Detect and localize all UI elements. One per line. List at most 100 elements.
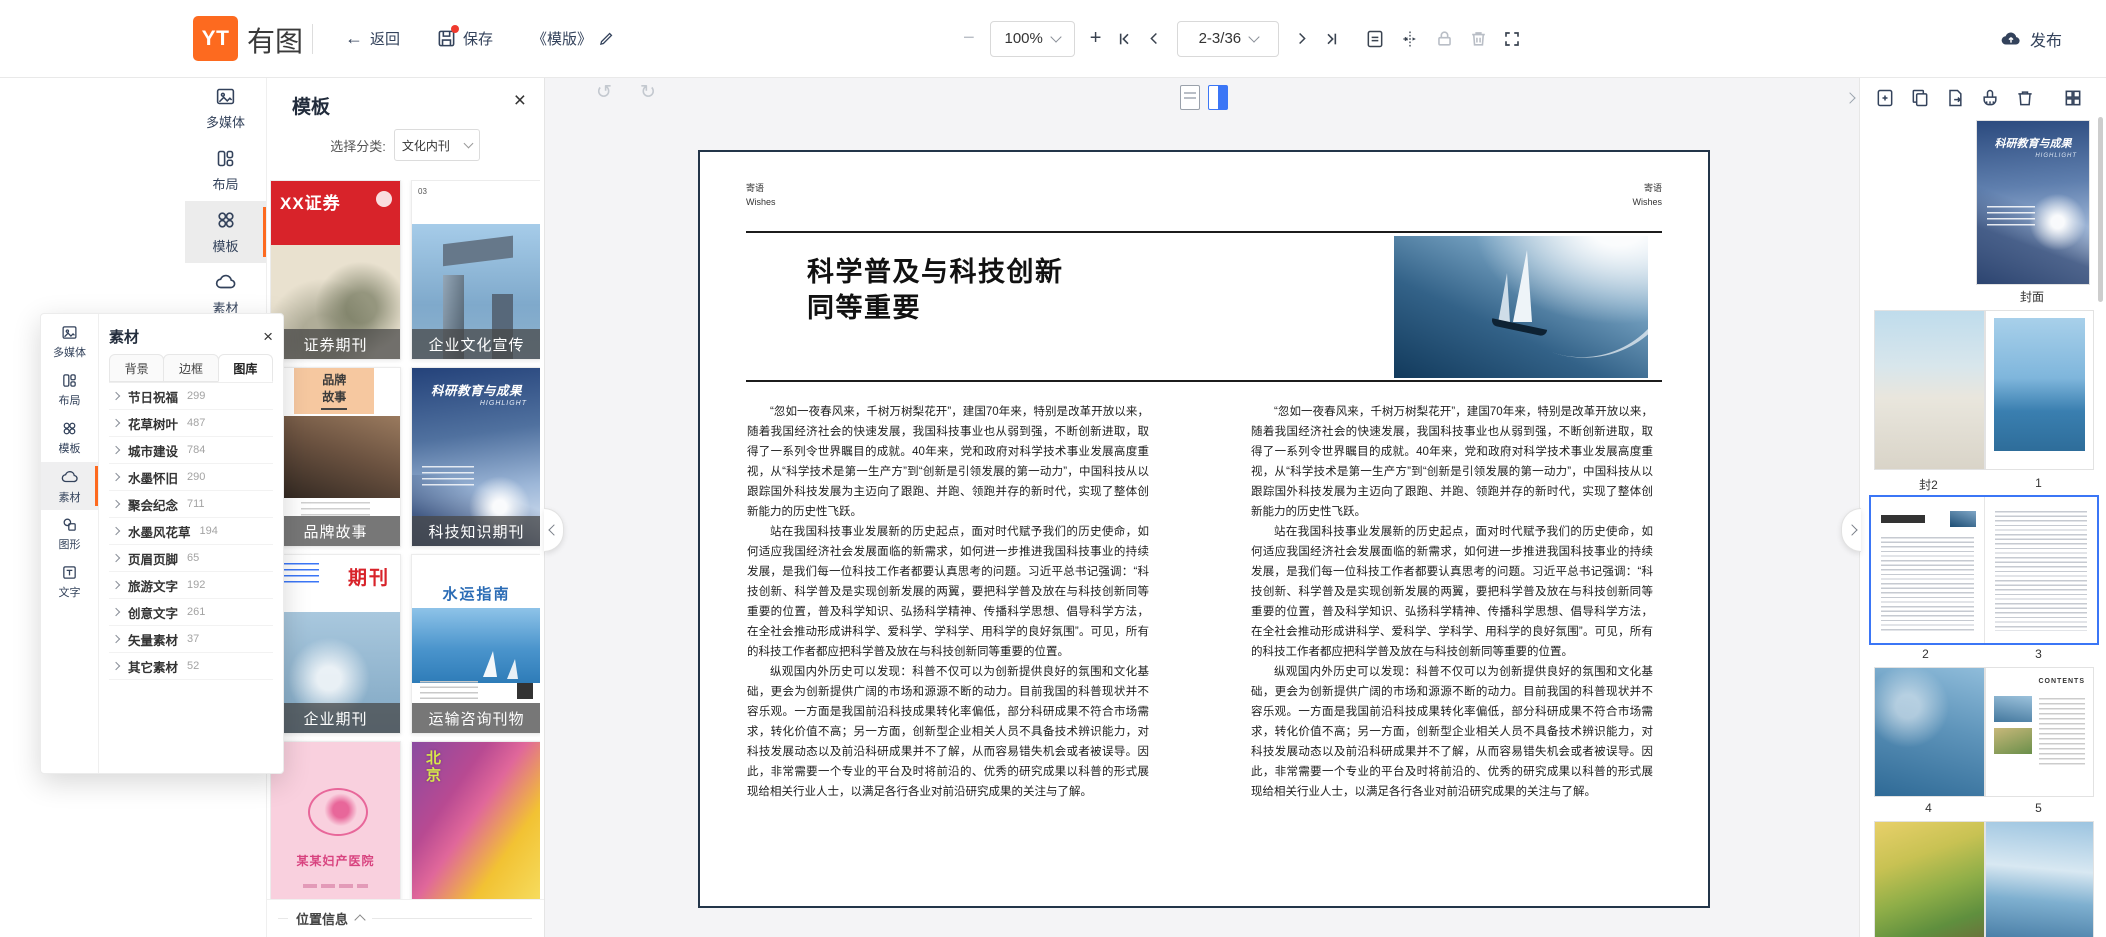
zoom-level-dropdown[interactable]: 100%	[990, 21, 1075, 57]
template-thumb-science-journal[interactable]: 科研教育与成果 HIGHLIGHT 科技知识期刊	[411, 367, 540, 547]
template-thumb-corporate-culture[interactable]: 03 企业文化宣传	[411, 180, 540, 360]
cover-title: XX证券	[280, 189, 341, 214]
divider-line	[278, 918, 288, 919]
sidebar-item-layout[interactable]: 布局	[185, 139, 266, 201]
media-icon	[215, 86, 236, 107]
asset-category-row[interactable]: 其它素材52	[109, 653, 273, 680]
page-thumb-spread-2-3-selected[interactable]	[1869, 495, 2099, 645]
first-page-button[interactable]	[1116, 31, 1132, 47]
page-thumb-1[interactable]	[1985, 310, 2094, 470]
last-page-button[interactable]	[1324, 31, 1340, 47]
template-thumb-shipping-guide[interactable]: 水运指南 运输咨询刊物	[411, 554, 540, 734]
prev-page-button[interactable]	[1147, 31, 1162, 46]
template-thumb-securities[interactable]: XX证券 证券期刊	[270, 180, 401, 360]
magazine-spread[interactable]: 寄语 Wishes 寄语 Wishes 科学普及与科技创新 同等重要 “忽如一夜…	[698, 150, 1710, 908]
mini-text-lines	[2039, 698, 2085, 768]
sidebar-item-media[interactable]: 多媒体	[185, 77, 266, 139]
rail-item-assets[interactable]: 素材	[41, 462, 98, 510]
tab-gallery[interactable]: 图库	[218, 354, 273, 382]
template-thumb-brand-story[interactable]: 品牌 故事 品牌故事	[270, 367, 401, 547]
asset-category-row[interactable]: 聚会纪念711	[109, 491, 273, 518]
redo-icon[interactable]: ↻	[640, 81, 656, 104]
delete-page-icon[interactable]	[1469, 29, 1488, 48]
rail-label: 文字	[59, 584, 81, 600]
page-thumb-6[interactable]	[1874, 821, 1985, 937]
page-thumb-4[interactable]	[1874, 667, 1985, 797]
asset-category-row[interactable]: 花草树叶487	[109, 410, 273, 437]
close-icon[interactable]: ×	[514, 90, 526, 111]
pages-scrollbar[interactable]	[2098, 117, 2103, 302]
asset-category-row[interactable]: 创意文字261	[109, 599, 273, 626]
next-page-button[interactable]	[1294, 31, 1309, 46]
page-indicator-dropdown[interactable]: 2-3/36	[1177, 21, 1279, 57]
chevron-right-icon	[112, 392, 120, 400]
page-thumb-7[interactable]	[1985, 821, 2094, 937]
asset-category-row[interactable]: 节日祝福299	[109, 383, 273, 410]
split-page-icon[interactable]	[1400, 29, 1420, 49]
article-title[interactable]: 科学普及与科技创新 同等重要	[807, 254, 1064, 327]
save-button[interactable]: 保存	[437, 0, 493, 77]
page-thumb-cover[interactable]: 科研教育与成果 HIGHLIGHT	[1976, 120, 2090, 285]
clear-page-icon[interactable]	[1979, 87, 2001, 109]
rail-item-template[interactable]: 模板	[41, 414, 98, 462]
right-page-text-column[interactable]: “忽如一夜春风来，千树万树梨花开”，建国70年来，特别是改革开放以来，随着我国经…	[1251, 402, 1653, 802]
rail-item-layout[interactable]: 布局	[41, 366, 98, 414]
template-thumb-beijing[interactable]: 北京	[411, 741, 540, 900]
asset-category-row[interactable]: 城市建设784	[109, 437, 273, 464]
grid-view-icon[interactable]	[2062, 87, 2084, 109]
chevron-right-icon	[112, 635, 120, 643]
template-label: 科技知识期刊	[412, 516, 540, 546]
page-setup-icon[interactable]	[1365, 29, 1385, 49]
rail-item-shapes[interactable]: 图形	[41, 510, 98, 558]
rail-item-text[interactable]: 文字	[41, 558, 98, 606]
close-icon[interactable]: ×	[263, 328, 273, 345]
document-title[interactable]: 《模版》	[532, 0, 614, 77]
sidebar-item-template[interactable]: 模板	[185, 201, 266, 263]
tab-background[interactable]: 背景	[109, 354, 164, 382]
asset-category-row[interactable]: 水墨怀旧290	[109, 464, 273, 491]
logo-icon[interactable]: YT	[193, 16, 238, 61]
single-page-view-toggle[interactable]	[1180, 85, 1200, 110]
copy-page-icon[interactable]	[1909, 87, 1931, 109]
back-button[interactable]: ← 返回	[345, 0, 400, 77]
canvas-controls: − 100% + 2-3/36	[963, 0, 1521, 77]
publish-button[interactable]: 发布	[2000, 0, 2062, 77]
spread-view-toggle[interactable]	[1208, 85, 1228, 110]
rail-item-media[interactable]: 多媒体	[41, 318, 98, 366]
contents-title: CONTENTS	[2039, 678, 2086, 685]
template-thumb-hospital[interactable]: 某某妇产医院	[270, 741, 401, 900]
insert-page-icon[interactable]	[1944, 87, 1966, 109]
delete-page-icon[interactable]	[2014, 87, 2036, 109]
position-info-bar[interactable]: 位置信息	[266, 899, 544, 937]
add-page-icon[interactable]	[1874, 87, 1896, 109]
page-thumb-cover2[interactable]	[1874, 310, 1985, 470]
page-thumb-2[interactable]	[1871, 497, 1984, 643]
footer-lines	[301, 502, 370, 516]
template-label: 运输咨询刊物	[412, 703, 540, 733]
zoom-out-button[interactable]: −	[963, 27, 975, 50]
left-page-text-column[interactable]: “忽如一夜春风来，千树万树梨花开”，建国70年来，特别是改革开放以来，随着我国经…	[747, 402, 1149, 802]
undo-icon[interactable]: ↺	[596, 81, 612, 104]
page-thumb-label: 封2	[1874, 476, 1983, 493]
asset-category-row[interactable]: 页眉页脚65	[109, 545, 273, 572]
lock-icon[interactable]	[1435, 29, 1454, 48]
back-arrow-icon: ←	[345, 28, 363, 49]
document-title-text: 《模版》	[532, 28, 592, 49]
asset-category-row[interactable]: 旅游文字192	[109, 572, 273, 599]
sailboat-photo[interactable]	[1394, 236, 1648, 378]
edit-pencil-icon[interactable]	[599, 31, 614, 46]
expand-right-panel-button[interactable]	[1840, 88, 1860, 108]
tab-border[interactable]: 边框	[163, 354, 218, 382]
page-thumb-3[interactable]	[1984, 497, 2098, 643]
category-name: 聚会纪念	[128, 495, 178, 514]
zoom-in-button[interactable]: +	[1090, 27, 1102, 50]
cloud-upload-icon	[2000, 28, 2022, 50]
template-panel-title: 模板	[292, 92, 330, 119]
template-thumb-corporate-journal[interactable]: 期刊 企业期刊	[270, 554, 401, 734]
category-dropdown[interactable]: 文化内刊	[394, 129, 480, 161]
page-thumb-5[interactable]: CONTENTS	[1985, 667, 2094, 797]
fullscreen-icon[interactable]	[1503, 30, 1521, 48]
asset-category-row[interactable]: 水墨风花草194	[109, 518, 273, 545]
asset-category-row[interactable]: 矢量素材37	[109, 626, 273, 653]
underline	[321, 408, 347, 410]
